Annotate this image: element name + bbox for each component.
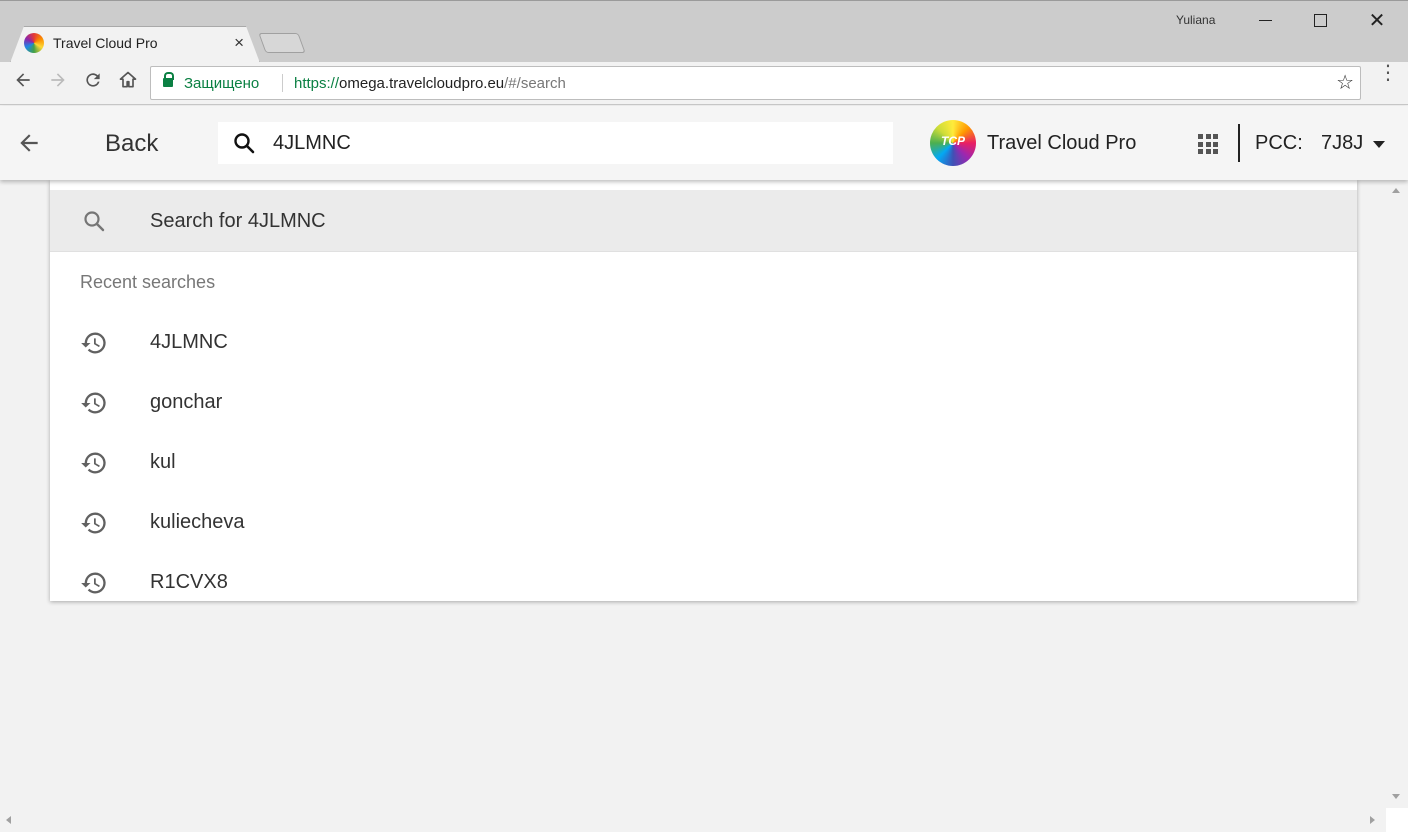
reload-icon[interactable]: [80, 70, 106, 96]
recent-search-item[interactable]: gonchar: [50, 371, 1357, 431]
search-icon: [82, 209, 106, 233]
search-icon: [232, 131, 256, 155]
scroll-left-icon[interactable]: [6, 816, 11, 824]
search-for-row[interactable]: Search for 4JLMNC: [50, 190, 1357, 252]
favicon-icon: [24, 33, 44, 53]
logo-text: TCP: [941, 134, 965, 148]
vertical-scrollbar[interactable]: [1386, 180, 1408, 808]
url-host: omega.travelcloudpro.eu: [339, 75, 505, 92]
scrollbar-corner: [1386, 808, 1408, 832]
history-icon: [80, 449, 108, 477]
browser-titlebar: Travel Cloud Pro × Yuliana ✕: [0, 0, 1408, 62]
recent-search-item[interactable]: kul: [50, 431, 1357, 491]
url-text[interactable]: https://omega.travelcloudpro.eu/#/search: [294, 75, 566, 92]
history-icon: [80, 569, 108, 597]
back-arrow-icon[interactable]: [10, 70, 36, 96]
tab-title: Travel Cloud Pro: [53, 35, 158, 51]
scroll-up-icon[interactable]: [1392, 188, 1400, 193]
recent-search-item[interactable]: 4JLMNC: [50, 311, 1357, 371]
url-scheme: https://: [294, 75, 340, 92]
horizontal-scrollbar[interactable]: [0, 808, 1386, 832]
maximize-icon[interactable]: [1305, 9, 1335, 33]
recent-search-item[interactable]: R1CVX8: [50, 551, 1357, 601]
pcc-value[interactable]: 7J8J: [1321, 132, 1363, 155]
star-icon[interactable]: ☆: [1336, 70, 1354, 95]
recent-search-label: R1CVX8: [150, 571, 228, 593]
address-bar[interactable]: Защищено https://omega.travelcloudpro.eu…: [150, 66, 1361, 100]
recent-search-label: kul: [150, 451, 176, 473]
scroll-down-icon[interactable]: [1392, 794, 1400, 799]
history-icon: [80, 389, 108, 417]
history-icon: [80, 509, 108, 537]
url-path: /#/search: [504, 75, 566, 92]
new-tab-button[interactable]: [258, 33, 306, 53]
minimize-icon[interactable]: [1250, 9, 1280, 33]
forward-arrow-icon[interactable]: [45, 70, 71, 96]
secure-label: Защищено: [184, 75, 260, 92]
back-button[interactable]: Back: [105, 130, 158, 158]
window-close-icon[interactable]: ✕: [1362, 9, 1392, 33]
browser-tab[interactable]: Travel Cloud Pro ×: [10, 26, 260, 63]
search-input[interactable]: [273, 128, 873, 158]
search-suggestions-dropdown: Search for 4JLMNC Recent searches 4JLMNC…: [50, 180, 1357, 601]
recent-search-label: gonchar: [150, 391, 223, 413]
pcc-label: PCC:: [1255, 132, 1303, 154]
brand-name: Travel Cloud Pro: [987, 132, 1137, 154]
history-icon: [80, 329, 108, 357]
apps-grid-icon[interactable]: [1198, 134, 1218, 154]
scroll-right-icon[interactable]: [1370, 816, 1375, 824]
browser-toolbar: Защищено https://omega.travelcloudpro.eu…: [0, 62, 1408, 105]
more-vert-icon[interactable]: ⋮: [1378, 63, 1398, 83]
omnibox-divider: [282, 74, 283, 92]
pcc-divider: [1238, 124, 1240, 162]
recent-search-item[interactable]: kuliecheva: [50, 491, 1357, 551]
search-for-label: Search for 4JLMNC: [150, 210, 326, 232]
tcp-logo: TCP: [930, 120, 976, 166]
recent-search-label: kuliecheva: [150, 511, 245, 533]
recent-search-label: 4JLMNC: [150, 331, 228, 353]
home-icon[interactable]: [115, 70, 141, 96]
tab-close-icon[interactable]: ×: [234, 33, 244, 53]
search-box[interactable]: [218, 122, 893, 164]
app-header: Back TCP Travel Cloud Pro PCC: 7J8J: [0, 106, 1408, 180]
page-content: Search for 4JLMNC Recent searches 4JLMNC…: [0, 180, 1408, 832]
recent-searches-header: Recent searches: [80, 272, 216, 292]
back-arrow-icon[interactable]: [16, 130, 42, 156]
profile-name[interactable]: Yuliana: [1176, 13, 1215, 27]
caret-down-icon[interactable]: [1373, 141, 1385, 148]
lock-icon: [163, 72, 174, 87]
